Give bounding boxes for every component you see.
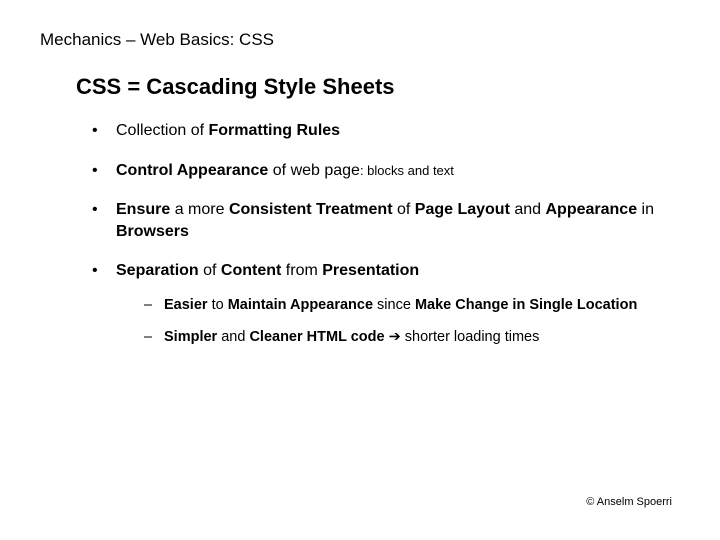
- bold-text: Browsers: [116, 223, 189, 240]
- text: and: [510, 201, 546, 218]
- text: in: [637, 201, 654, 218]
- bold-text: Cleaner HTML code: [249, 329, 384, 345]
- sub-bullet-list: Easier to Maintain Appearance since Make…: [144, 296, 680, 347]
- bold-text: Make Change in Single Location: [415, 297, 637, 313]
- bullet-item: Separation of Content from Presentation …: [92, 260, 680, 347]
- bold-text: Appearance: [546, 201, 638, 218]
- bold-text: Easier: [164, 297, 208, 313]
- sub-bullet-item: Easier to Maintain Appearance since Make…: [144, 296, 680, 316]
- bold-text: Maintain Appearance: [228, 297, 373, 313]
- slide-header: Mechanics – Web Basics: CSS: [40, 30, 680, 50]
- bold-text: Control Appearance: [116, 162, 268, 179]
- bold-text: Content: [221, 262, 281, 279]
- arrow-icon: ➔: [385, 329, 405, 345]
- text: shorter loading times: [405, 329, 540, 345]
- text: to: [208, 297, 228, 313]
- bold-text: Separation: [116, 262, 199, 279]
- text: of: [199, 262, 221, 279]
- bullet-item: Ensure a more Consistent Treatment of Pa…: [92, 199, 680, 242]
- text: since: [373, 297, 415, 313]
- bold-text: Presentation: [322, 262, 419, 279]
- text: of web page: [268, 162, 360, 179]
- bold-text: Formatting Rules: [209, 122, 341, 139]
- bullet-item: Control Appearance of web page: blocks a…: [92, 160, 680, 182]
- text: Collection of: [116, 122, 209, 139]
- bold-text: Ensure: [116, 201, 170, 218]
- bullet-item: Collection of Formatting Rules: [92, 120, 680, 142]
- main-bullet-list: Collection of Formatting Rules Control A…: [92, 120, 680, 347]
- copyright-footer: © Anselm Spoerri: [586, 496, 672, 508]
- bold-text: Page Layout: [415, 201, 510, 218]
- slide-title: CSS = Cascading Style Sheets: [76, 74, 680, 100]
- bold-text: Consistent Treatment: [229, 201, 393, 218]
- bold-text: Simpler: [164, 329, 217, 345]
- text: from: [281, 262, 322, 279]
- text: of: [393, 201, 415, 218]
- text: a more: [170, 201, 229, 218]
- sub-bullet-item: Simpler and Cleaner HTML code ➔ shorter …: [144, 328, 680, 348]
- text: and: [217, 329, 249, 345]
- small-text: : blocks and text: [360, 163, 454, 178]
